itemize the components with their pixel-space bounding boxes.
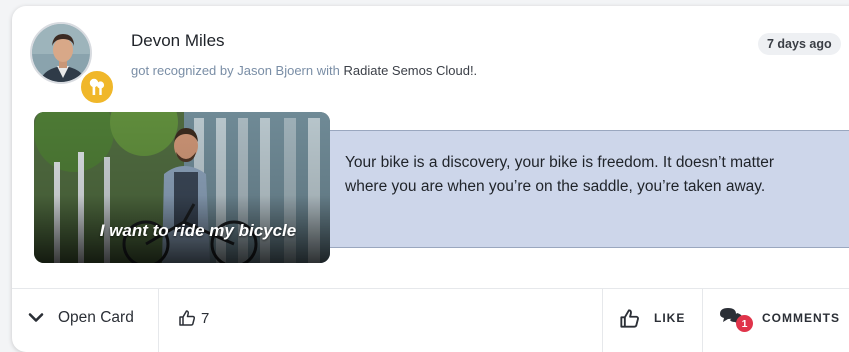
footer-divider: [602, 289, 603, 352]
likes-count[interactable]: 7: [178, 289, 209, 347]
recognition-card: Devon Miles got recognized by Jason Bjoe…: [12, 6, 849, 352]
award-photo: I want to ride my bicycle: [34, 112, 330, 263]
card-footer: Open Card 7 LIKE 1 COMMENTS: [12, 288, 849, 352]
timestamp-badge: 7 days ago: [758, 33, 841, 55]
like-button[interactable]: LIKE: [619, 289, 685, 347]
footer-divider: [702, 289, 703, 352]
open-card-button[interactable]: Open Card: [28, 289, 134, 347]
quote-text: Your bike is a discovery, your bike is f…: [345, 154, 775, 195]
like-label: LIKE: [654, 311, 686, 325]
action-text: got recognized by Jason Bjoern with: [131, 63, 340, 78]
photo-caption: I want to ride my bicycle: [99, 221, 297, 240]
recognition-description: got recognized by Jason Bjoern with Radi…: [131, 63, 477, 78]
comments-icon: 1: [718, 306, 753, 332]
thumbs-up-icon: [179, 310, 196, 326]
award-name: Radiate Semos Cloud!.: [343, 63, 478, 78]
comments-button[interactable]: 1 COMMENTS: [718, 289, 840, 347]
thumbs-up-icon: [620, 308, 639, 328]
open-card-label: Open Card: [58, 309, 134, 326]
chevron-down-icon: [28, 313, 44, 322]
footer-divider: [158, 289, 159, 352]
award-badge-icon: [78, 68, 116, 106]
likes-count-value: 7: [201, 309, 210, 327]
user-name[interactable]: Devon Miles: [131, 31, 225, 51]
comments-count-badge: 1: [736, 315, 753, 332]
comments-label: COMMENTS: [762, 311, 840, 325]
avatar-group[interactable]: [30, 22, 116, 106]
